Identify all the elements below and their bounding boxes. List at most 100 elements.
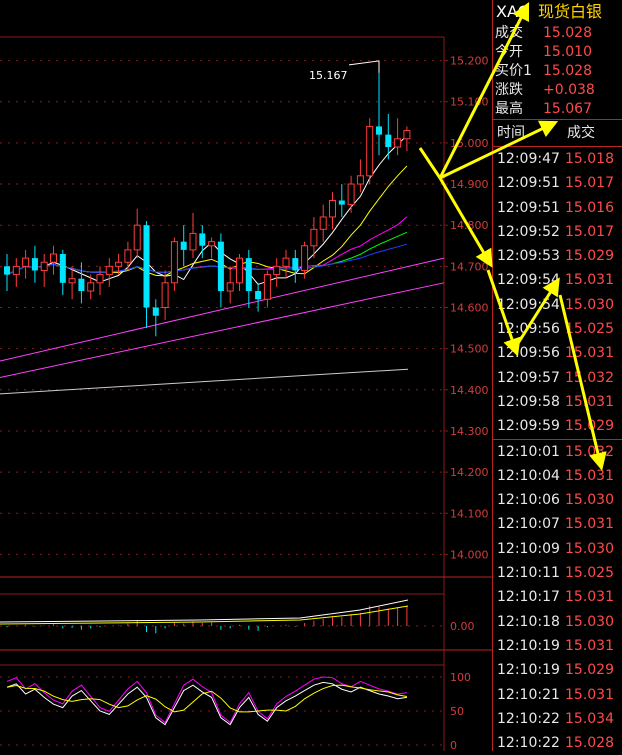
kline-chart[interactable]: 15.200 15.100 15.000 14.900 14.800 14.700 14.6… — [0, 0, 492, 751]
quote-value: 15.028 — [543, 25, 592, 41]
quote-value: +0.038 — [543, 82, 595, 98]
candle-body — [217, 241, 224, 292]
tick-row[interactable]: 12:09:52 15.017 — [493, 220, 622, 244]
candle-body — [226, 282, 234, 292]
tick-row[interactable]: 12:10:19 15.029 — [493, 658, 622, 682]
candle-body — [403, 130, 411, 140]
tick-time: 12:10:09 — [497, 540, 560, 557]
macd-axis-label: 0.00 — [450, 620, 475, 633]
tick-row[interactable]: 12:10:18 15.030 — [493, 610, 622, 634]
tick-price: 15.031 — [565, 345, 614, 362]
tick-time: 12:09:54 — [497, 296, 560, 313]
tick-list[interactable]: 12:09:47 15.018 12:09:51 15.017 12:09:51 15.0… — [493, 147, 622, 755]
tick-time: 12:09:57 — [497, 369, 560, 386]
kline-chart-panel[interactable]: 15.200 15.100 15.000 14.900 14.800 14.700 14.6… — [0, 0, 492, 751]
tick-row[interactable]: 12:10:19 15.031 — [493, 634, 622, 658]
candle-body — [199, 233, 206, 246]
tick-row[interactable]: 12:10:04 15.031 — [493, 464, 622, 488]
kdj-axis-label: 50 — [450, 705, 464, 718]
tick-row[interactable]: 12:09:58 15.031 — [493, 390, 622, 414]
price-axis-label: 15.100 — [450, 96, 489, 109]
price-axis-label: 14.200 — [450, 466, 489, 479]
candle-body — [329, 200, 336, 218]
tick-row[interactable]: 12:09:57 15.032 — [493, 366, 622, 390]
tick-time: 12:09:59 — [497, 418, 560, 435]
quote-row: 成交 15.028 — [493, 24, 622, 43]
candle-body — [236, 257, 243, 284]
tick-row[interactable]: 12:10:22 15.034 — [493, 707, 622, 731]
price-axis-label: 14.500 — [450, 343, 489, 356]
candle-body — [292, 258, 299, 271]
candle-body — [366, 125, 374, 177]
tick-row[interactable]: 12:10:07 15.031 — [493, 512, 622, 536]
quote-label: 涨跌 — [495, 82, 523, 98]
tick-row[interactable]: 12:09:51 15.017 — [493, 171, 622, 195]
tick-price: 15.029 — [565, 662, 614, 679]
tick-price: 15.017 — [565, 175, 614, 192]
tick-time: 12:10:11 — [497, 565, 560, 582]
tick-time: 12:09:58 — [497, 393, 560, 410]
candle-body — [385, 134, 392, 147]
tick-price: 15.031 — [565, 272, 614, 289]
candle-body — [245, 258, 252, 292]
tick-row[interactable]: 12:10:21 15.031 — [493, 683, 622, 707]
candle-body — [124, 249, 132, 263]
ma5-line — [6, 135, 408, 286]
tick-row[interactable]: 12:09:54 15.030 — [493, 293, 622, 317]
candle-body — [394, 138, 402, 148]
tick-row[interactable]: 12:09:56 15.031 — [493, 341, 622, 365]
macd-dif-line — [0, 599, 409, 623]
candle-body — [12, 265, 20, 276]
tick-row[interactable]: 12:09:59 15.029 — [493, 414, 622, 438]
candle-body — [263, 274, 271, 300]
tick-price: 15.016 — [565, 199, 614, 216]
tick-time: 12:10:21 — [497, 686, 560, 703]
tick-row[interactable]: 12:10:11 15.025 — [493, 561, 622, 585]
tick-price: 15.030 — [565, 492, 614, 509]
tick-time: 12:10:01 — [497, 443, 560, 460]
quote-row: 今开 15.010 — [493, 43, 622, 62]
tick-time: 12:09:56 — [497, 321, 560, 338]
tick-row[interactable]: 12:09:51 15.016 — [493, 196, 622, 220]
tick-row[interactable]: 12:10:17 15.031 — [493, 585, 622, 609]
candle-body — [59, 254, 66, 283]
price-axis-label: 14.100 — [450, 507, 489, 520]
tick-price: 15.031 — [565, 393, 614, 410]
tick-row[interactable]: 12:10:09 15.030 — [493, 537, 622, 561]
tick-time: 12:10:04 — [497, 467, 560, 484]
candle-body — [4, 266, 10, 275]
tick-price: 15.029 — [565, 248, 614, 265]
quote-value: 15.010 — [543, 44, 592, 60]
candle-body — [50, 253, 57, 263]
quote-row: 涨跌 +0.038 — [493, 81, 622, 100]
candle-body — [301, 245, 309, 271]
tick-row[interactable]: 12:09:53 15.029 — [493, 244, 622, 268]
tick-price: 15.031 — [565, 516, 614, 533]
candle-body — [208, 241, 216, 247]
tick-time: 12:09:53 — [497, 248, 560, 265]
tick-row[interactable]: 12:09:47 15.018 — [493, 147, 622, 171]
price-axis-label: 14.800 — [450, 219, 489, 232]
candle-body — [180, 241, 187, 250]
tick-time: 12:10:22 — [497, 710, 560, 727]
tick-price: 15.028 — [565, 735, 614, 752]
tick-price: 15.030 — [565, 296, 614, 313]
tick-time: 12:10:17 — [497, 589, 560, 606]
quote-header: XAG 现货白银 — [493, 0, 622, 24]
tick-price: 15.032 — [565, 369, 614, 386]
price-axis-label: 14.900 — [450, 178, 489, 191]
tick-row[interactable]: 12:09:56 15.025 — [493, 317, 622, 341]
tick-time: 12:09:51 — [497, 175, 560, 192]
tick-row[interactable]: 12:10:06 15.030 — [493, 488, 622, 512]
tick-time: 12:09:52 — [497, 223, 560, 240]
trend-line-lower — [0, 282, 445, 378]
candle-body — [22, 257, 30, 267]
quote-value: 15.067 — [543, 101, 592, 117]
tick-price: 15.017 — [565, 223, 614, 240]
quote-panel: XAG 现货白银 成交 15.028 今开 15.010 买价1 15.028 涨跌 +0.03… — [492, 0, 622, 751]
tick-row[interactable]: 12:10:22 15.028 — [493, 731, 622, 755]
tick-row[interactable]: 12:09:54 15.031 — [493, 268, 622, 292]
high-marker-line — [348, 60, 380, 73]
tick-row[interactable]: 12:10:01 15.032 — [493, 440, 622, 464]
tick-price: 15.032 — [565, 443, 614, 460]
